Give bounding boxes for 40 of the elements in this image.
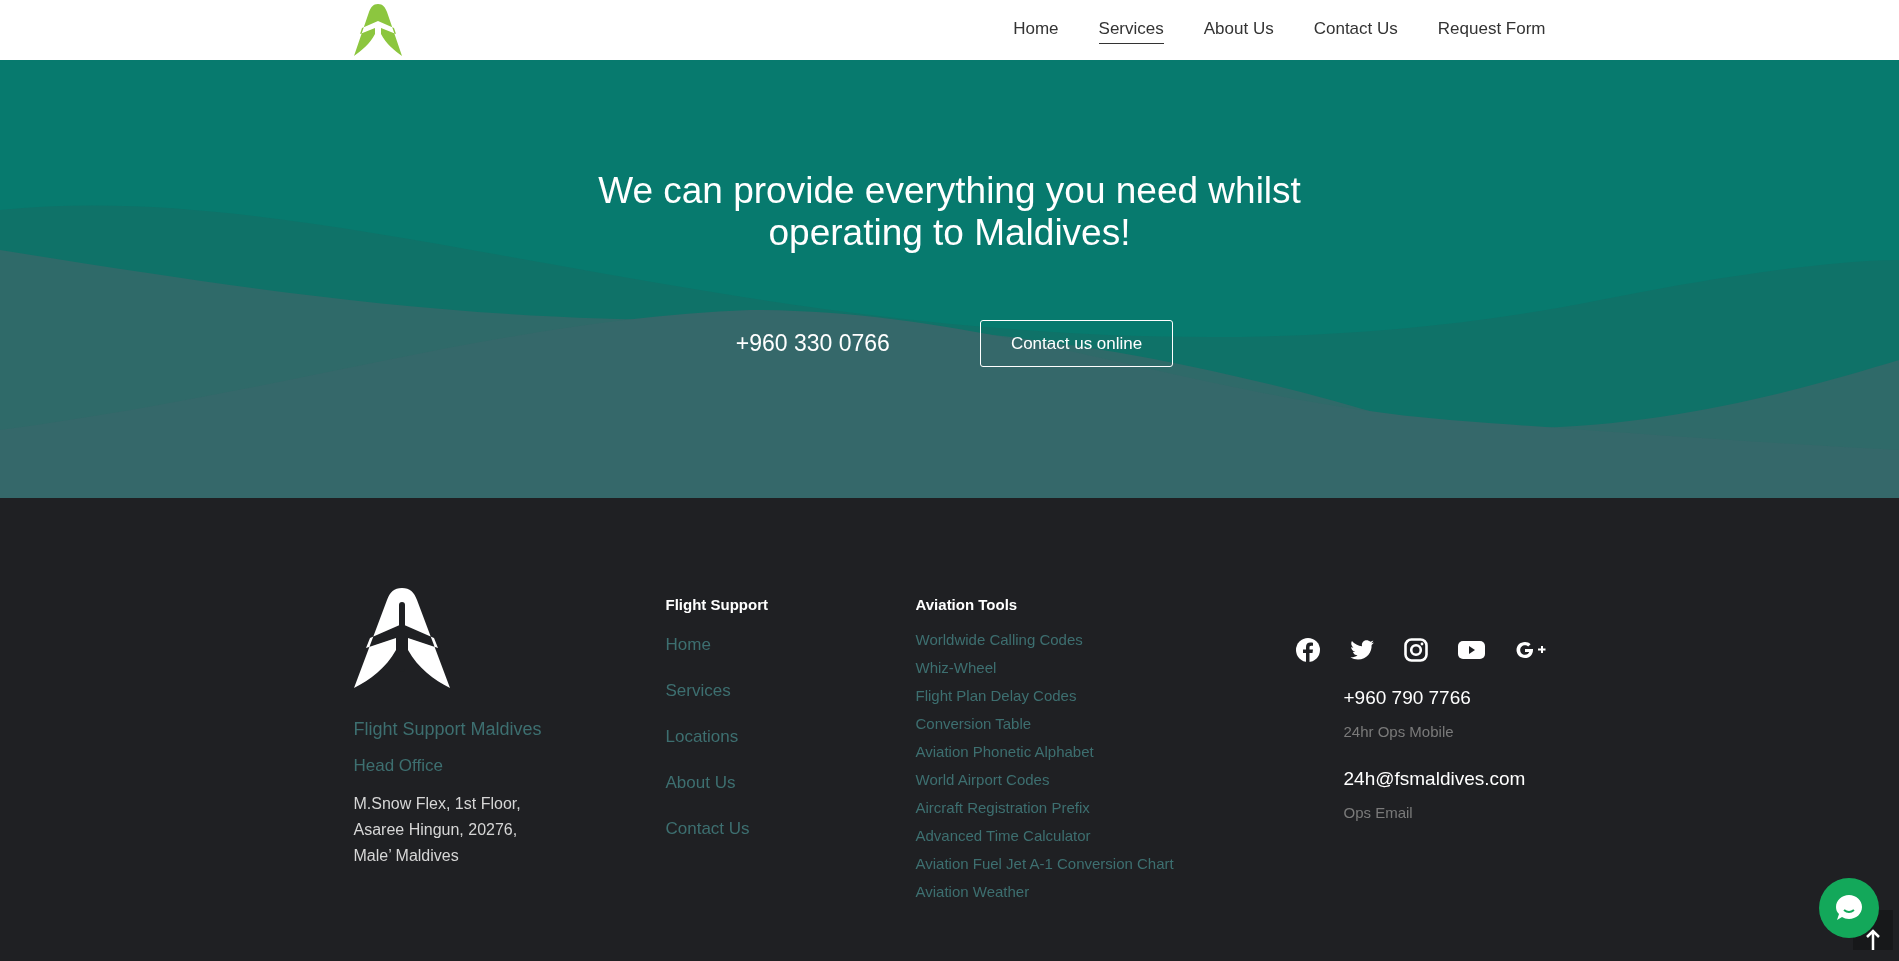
- footer-link[interactable]: Contact Us: [665, 816, 750, 841]
- address-text: M.Snow Flex, 1st Floor, Asaree Hingun, 20276, Male’ Maldives: [353, 793, 522, 866]
- email-address: 24h@fsmaldives.com: [1343, 767, 1527, 791]
- contact-button[interactable]: Contact us online: [979, 320, 1174, 367]
- nav-link[interactable]: Request Form: [1437, 15, 1546, 45]
- twitter-icon[interactable]: [1349, 638, 1374, 662]
- nav-link[interactable]: Home: [1013, 15, 1059, 45]
- nav-link[interactable]: Services: [1098, 15, 1164, 45]
- logo-icon: [353, 588, 450, 688]
- column-heading: Flight Support: [665, 595, 769, 615]
- arrow-up-icon: [1866, 928, 1880, 950]
- footer-link[interactable]: About Us: [665, 770, 736, 795]
- phone-number: +960 330 0766: [735, 329, 890, 359]
- footer-link[interactable]: Conversion Table: [915, 712, 1032, 734]
- footer-link[interactable]: Worldwide Calling Codes: [915, 628, 1083, 650]
- footer-link[interactable]: Aviation Fuel Jet A-1 Conversion Chart: [915, 852, 1174, 874]
- footer-link[interactable]: Aviation Phonetic Alphabet: [915, 740, 1094, 762]
- instagram-icon[interactable]: [1403, 638, 1428, 662]
- facebook-icon[interactable]: [1295, 638, 1320, 662]
- hero-heading: We can provide everything you need whilst operating to Maldives!: [597, 170, 1302, 254]
- column-heading: Aviation Tools: [915, 595, 1019, 615]
- phone-number: +960 790 7766: [1343, 686, 1472, 710]
- footer-link[interactable]: Aviation Weather: [915, 880, 1030, 902]
- footer-link[interactable]: Aircraft Registration Prefix: [915, 796, 1090, 818]
- office-label: Head Office: [353, 755, 444, 777]
- contact-label: Ops Email: [1343, 802, 1414, 823]
- video-play-icon[interactable]: [1457, 638, 1485, 662]
- company-name: Flight Support Maldives: [353, 718, 543, 741]
- chat-icon: [1834, 893, 1864, 923]
- footer-link[interactable]: Whiz-Wheel: [915, 656, 997, 678]
- footer-link[interactable]: World Airport Codes: [915, 768, 1050, 790]
- footer-link[interactable]: Home: [665, 632, 711, 657]
- footer-link[interactable]: Advanced Time Calculator: [915, 824, 1091, 846]
- footer-link[interactable]: Locations: [665, 724, 739, 749]
- nav-link[interactable]: About Us: [1203, 15, 1274, 45]
- nav-link[interactable]: Contact Us: [1313, 15, 1398, 45]
- footer-link[interactable]: Flight Plan Delay Codes: [915, 684, 1077, 706]
- footer-link[interactable]: Services: [665, 678, 731, 703]
- contact-label: 24hr Ops Mobile: [1343, 721, 1455, 742]
- chat-button[interactable]: [1819, 878, 1879, 938]
